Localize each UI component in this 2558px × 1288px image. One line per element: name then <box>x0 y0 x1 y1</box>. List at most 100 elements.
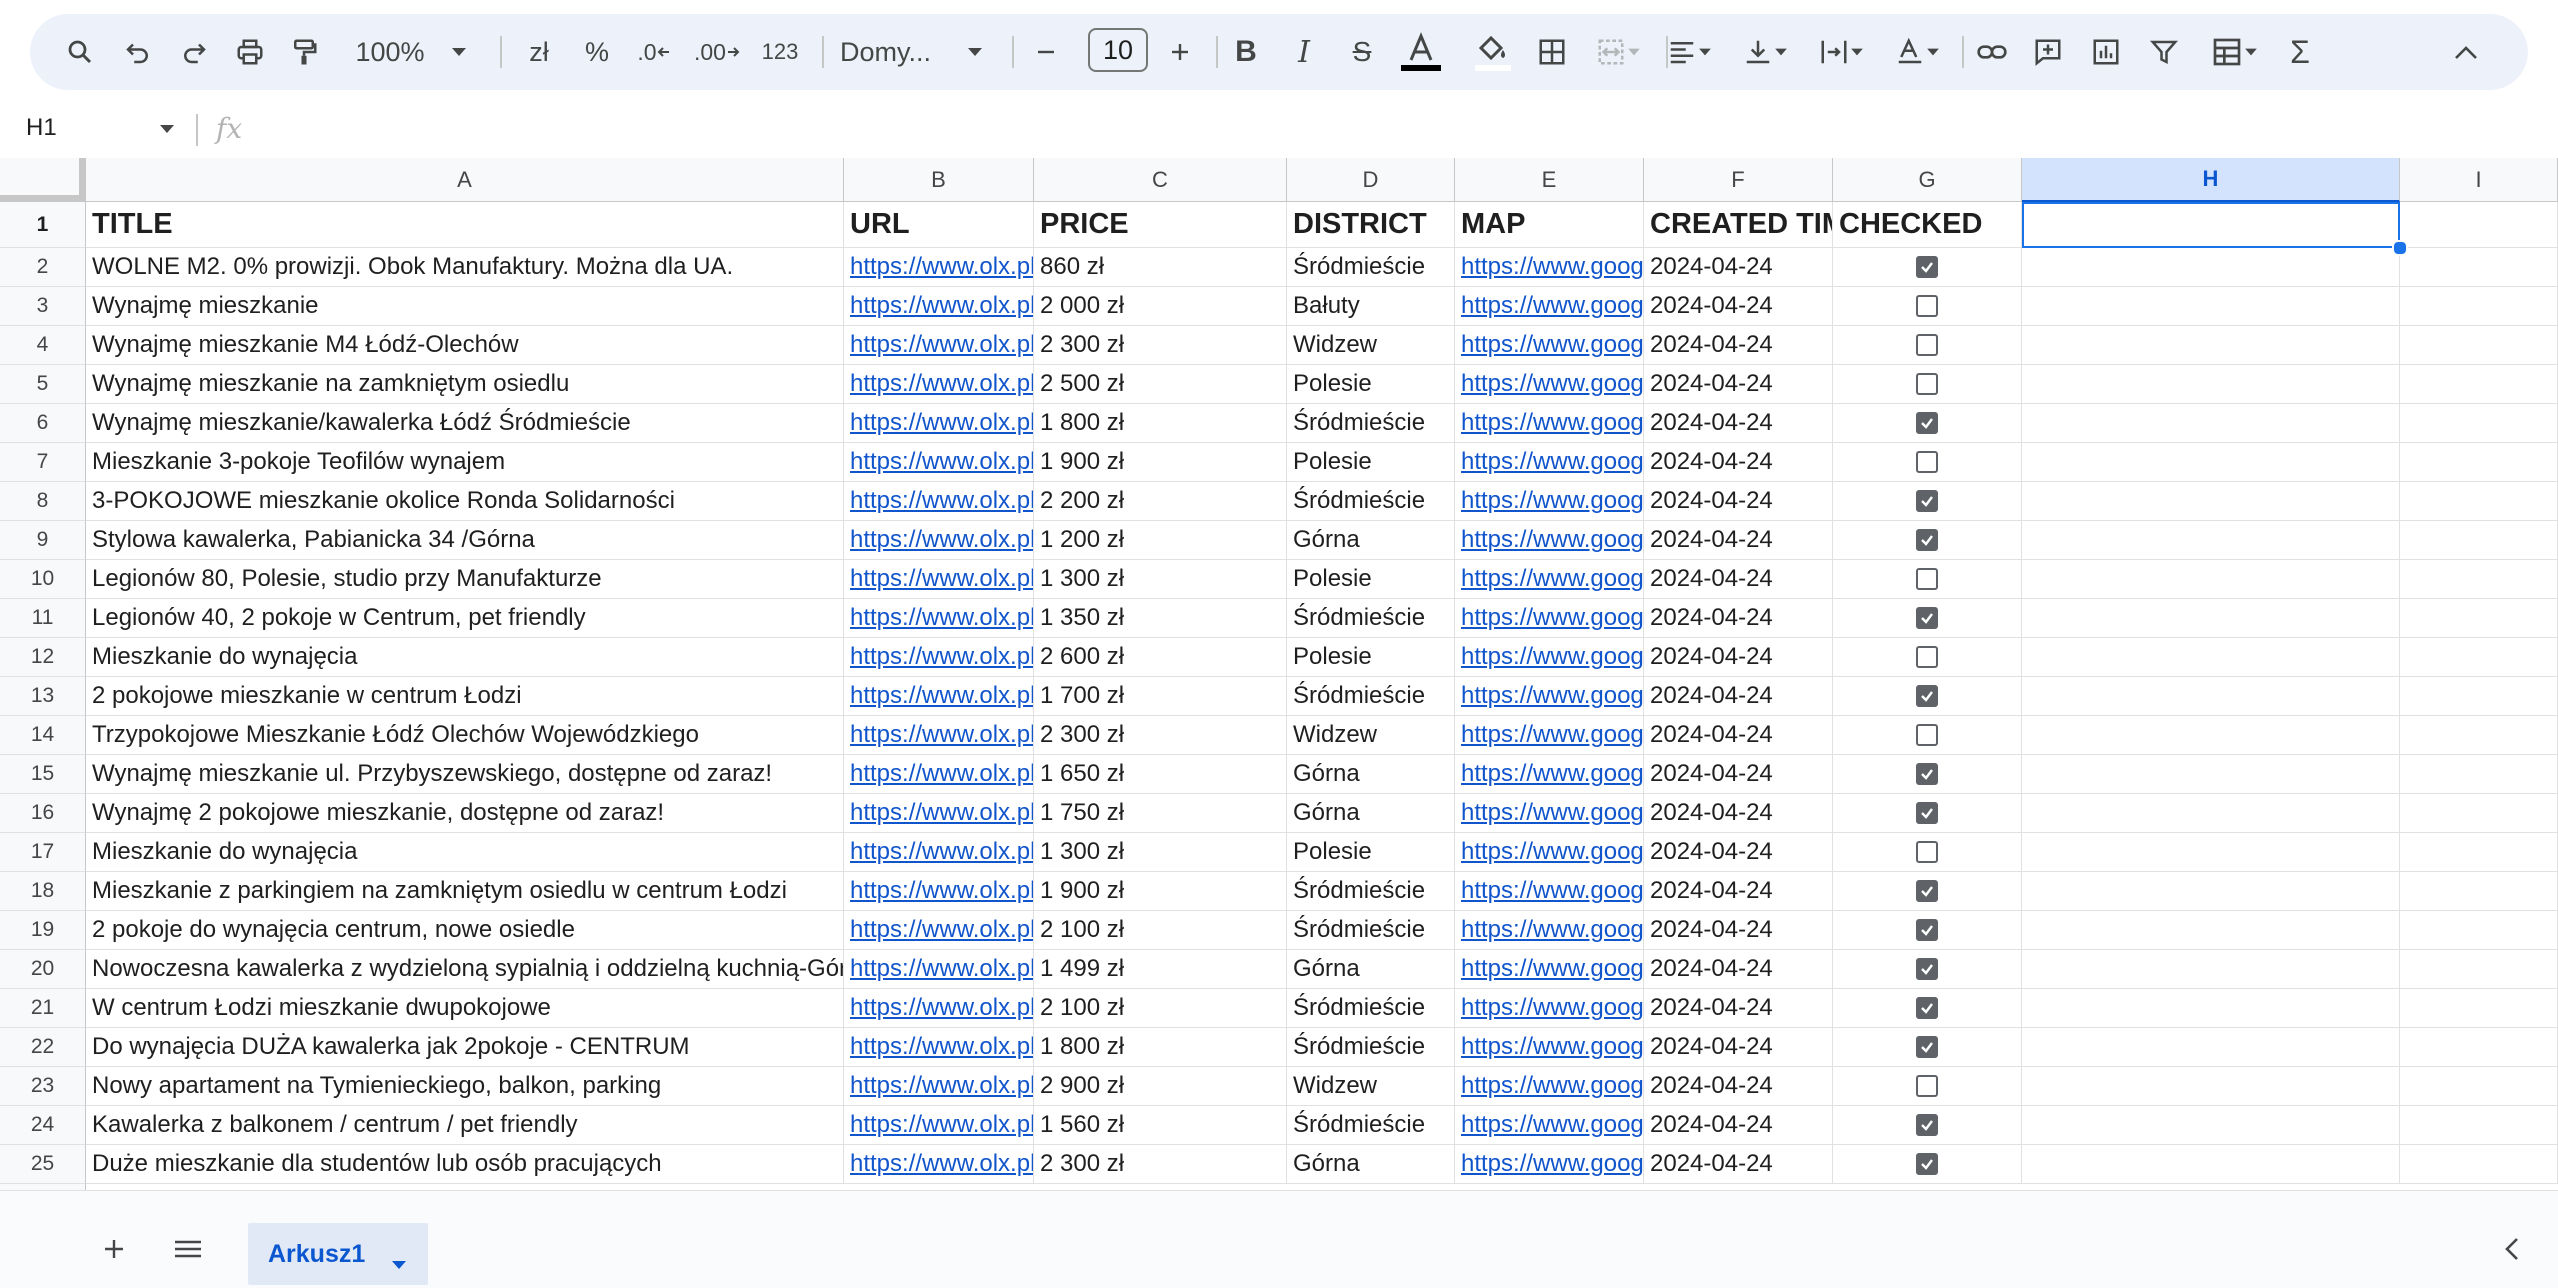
map-cell[interactable]: https://www.google.com/maps <box>1455 1067 1644 1106</box>
price-cell[interactable]: 2 600 zł <box>1034 638 1287 677</box>
empty-cell[interactable] <box>2022 248 2400 287</box>
url-cell[interactable]: https://www.olx.pl <box>844 1067 1034 1106</box>
checkbox-cell[interactable] <box>1833 599 2022 638</box>
url-cell[interactable]: https://www.olx.pl <box>844 872 1034 911</box>
title-cell[interactable]: Wynajmę mieszkanie <box>86 287 844 326</box>
empty-cell[interactable] <box>2400 287 2558 326</box>
url-cell[interactable]: https://www.olx.pl <box>844 482 1034 521</box>
row-header[interactable]: 5 <box>0 365 86 404</box>
header-cell-created[interactable]: CREATED TIME <box>1644 202 1833 248</box>
title-cell[interactable]: Mieszkanie do wynajęcia <box>86 638 844 677</box>
empty-cell[interactable] <box>2400 521 2558 560</box>
font-family-select[interactable]: Domy... <box>830 14 980 90</box>
checkbox-cell[interactable] <box>1833 248 2022 287</box>
empty-cell[interactable] <box>2400 365 2558 404</box>
created-cell[interactable]: 2024-04-24 <box>1644 560 1833 599</box>
checkbox-cell[interactable] <box>1833 404 2022 443</box>
district-cell[interactable]: Górna <box>1287 950 1455 989</box>
map-cell[interactable]: https://www.google.com/maps <box>1455 872 1644 911</box>
percent-format-button[interactable]: % <box>576 14 618 90</box>
price-cell[interactable]: 1 800 zł <box>1034 1028 1287 1067</box>
empty-cell[interactable] <box>2022 202 2400 248</box>
empty-cell[interactable] <box>2022 638 2400 677</box>
row-header[interactable]: 7 <box>0 443 86 482</box>
checkbox[interactable] <box>1916 958 1938 980</box>
paint-format-icon[interactable] <box>284 14 324 90</box>
empty-cell[interactable] <box>2022 1106 2400 1145</box>
merge-cells-icon[interactable] <box>1586 14 1652 90</box>
filter-icon[interactable] <box>2142 14 2186 90</box>
url-cell[interactable]: https://www.olx.pl <box>844 326 1034 365</box>
map-cell[interactable]: https://www.google.com/maps <box>1455 755 1644 794</box>
map-cell[interactable]: https://www.google.com/maps <box>1455 599 1644 638</box>
checkbox-cell[interactable] <box>1833 950 2022 989</box>
map-cell[interactable]: https://www.google.com/maps <box>1455 560 1644 599</box>
empty-cell[interactable] <box>2400 560 2558 599</box>
map-cell[interactable]: https://www.google.com/maps <box>1455 404 1644 443</box>
empty-cell[interactable] <box>2400 950 2558 989</box>
all-sheets-icon[interactable] <box>168 1231 208 1267</box>
price-cell[interactable]: 1 350 zł <box>1034 599 1287 638</box>
column-header-b[interactable]: B <box>844 158 1034 202</box>
column-header-f[interactable]: F <box>1644 158 1833 202</box>
district-cell[interactable]: Śródmieście <box>1287 677 1455 716</box>
checkbox[interactable] <box>1916 1153 1938 1175</box>
checkbox[interactable] <box>1916 646 1938 668</box>
row-header[interactable]: 8 <box>0 482 86 521</box>
created-cell[interactable]: 2024-04-24 <box>1644 404 1833 443</box>
increase-decimal-icon[interactable]: .00 <box>690 14 744 90</box>
checkbox[interactable] <box>1916 724 1938 746</box>
undo-icon[interactable] <box>118 14 158 90</box>
fill-handle[interactable] <box>2392 240 2408 256</box>
row-header[interactable]: 20 <box>0 950 86 989</box>
decrease-font-size-icon[interactable] <box>1026 14 1066 90</box>
checkbox-cell[interactable] <box>1833 1028 2022 1067</box>
url-cell[interactable]: https://www.olx.pl <box>844 287 1034 326</box>
empty-cell[interactable] <box>2022 326 2400 365</box>
empty-cell[interactable] <box>2400 872 2558 911</box>
created-cell[interactable]: 2024-04-24 <box>1644 521 1833 560</box>
empty-cell[interactable] <box>2022 716 2400 755</box>
map-cell[interactable]: https://www.google.com/maps <box>1455 677 1644 716</box>
empty-cell[interactable] <box>2022 989 2400 1028</box>
map-cell[interactable]: https://www.google.com/maps <box>1455 911 1644 950</box>
empty-cell[interactable] <box>2022 950 2400 989</box>
row-header[interactable]: 25 <box>0 1145 86 1184</box>
increase-font-size-icon[interactable] <box>1160 14 1200 90</box>
price-cell[interactable]: 1 650 zł <box>1034 755 1287 794</box>
price-cell[interactable]: 2 300 zł <box>1034 326 1287 365</box>
checkbox[interactable] <box>1916 334 1938 356</box>
checkbox-cell[interactable] <box>1833 677 2022 716</box>
row-header[interactable]: 13 <box>0 677 86 716</box>
checkbox-cell[interactable] <box>1833 794 2022 833</box>
row-header[interactable]: 4 <box>0 326 86 365</box>
row-header[interactable]: 15 <box>0 755 86 794</box>
row-header[interactable]: 16 <box>0 794 86 833</box>
row-header[interactable]: 17 <box>0 833 86 872</box>
price-cell[interactable]: 1 750 zł <box>1034 794 1287 833</box>
empty-cell[interactable] <box>2400 404 2558 443</box>
empty-cell[interactable] <box>2400 911 2558 950</box>
empty-cell[interactable] <box>2400 1145 2558 1184</box>
row-header[interactable]: 10 <box>0 560 86 599</box>
url-cell[interactable]: https://www.olx.pl <box>844 521 1034 560</box>
district-cell[interactable]: Śródmieście <box>1287 911 1455 950</box>
row-header[interactable]: 3 <box>0 287 86 326</box>
url-cell[interactable]: https://www.olx.pl <box>844 1028 1034 1067</box>
header-cell-price[interactable]: PRICE <box>1034 202 1287 248</box>
created-cell[interactable]: 2024-04-24 <box>1644 1106 1833 1145</box>
map-cell[interactable]: https://www.google.com/maps <box>1455 365 1644 404</box>
url-cell[interactable]: https://www.olx.pl <box>844 638 1034 677</box>
checkbox[interactable] <box>1916 607 1938 629</box>
column-header-h[interactable]: H <box>2022 158 2400 202</box>
price-cell[interactable]: 860 zł <box>1034 248 1287 287</box>
map-cell[interactable]: https://www.google.com/maps <box>1455 287 1644 326</box>
created-cell[interactable]: 2024-04-24 <box>1644 365 1833 404</box>
district-cell[interactable]: Śródmieście <box>1287 872 1455 911</box>
empty-cell[interactable] <box>2400 1067 2558 1106</box>
price-cell[interactable]: 2 100 zł <box>1034 911 1287 950</box>
url-cell[interactable]: https://www.olx.pl <box>844 833 1034 872</box>
vertical-align-icon[interactable] <box>1732 14 1800 90</box>
title-cell[interactable]: W centrum Łodzi mieszkanie dwupokojowe <box>86 989 844 1028</box>
checkbox-cell[interactable] <box>1833 443 2022 482</box>
